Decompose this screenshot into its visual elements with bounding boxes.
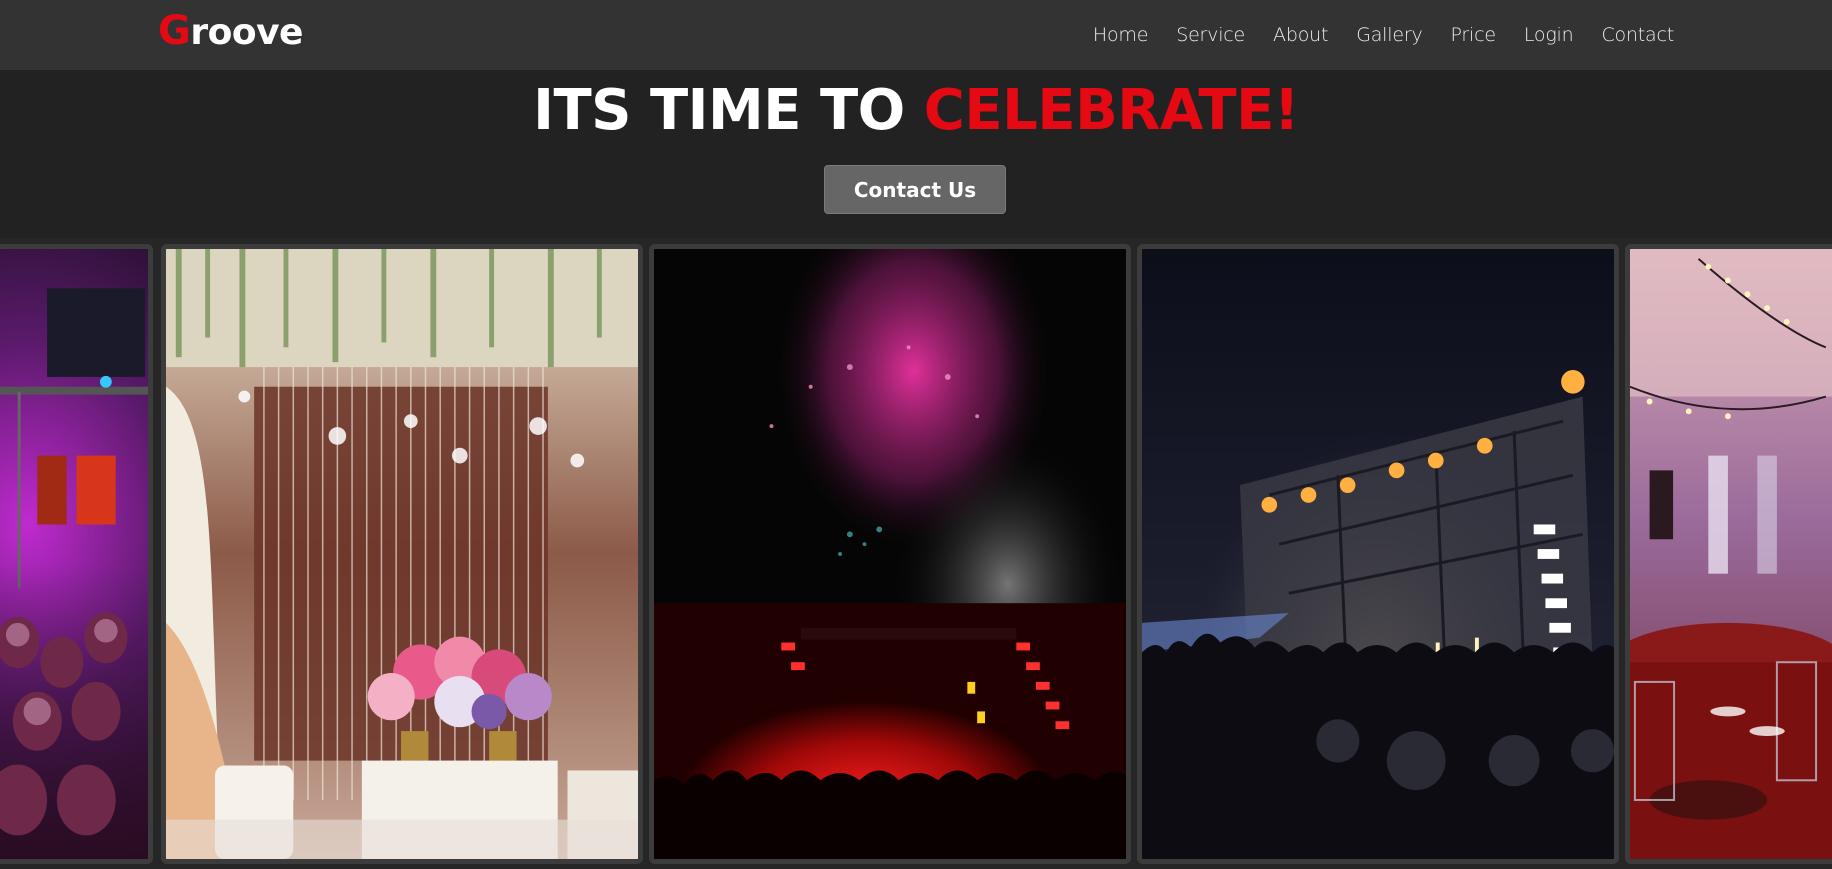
gallery-image-concert-pyrotechnics[interactable]	[1137, 244, 1619, 864]
gallery-image-concert-crowd[interactable]	[0, 244, 153, 864]
nav-link-service[interactable]: Service	[1176, 24, 1245, 46]
nav-link-price[interactable]: Price	[1451, 24, 1497, 46]
logo-initial: G	[158, 8, 191, 54]
nav-links: Home Service About Gallery Price Login C…	[1065, 0, 1674, 70]
nav-link-about[interactable]: About	[1273, 24, 1328, 46]
gallery-image-banquet-hall[interactable]	[1625, 244, 1832, 864]
nav-link-login[interactable]: Login	[1524, 24, 1574, 46]
nav-link-contact[interactable]: Contact	[1601, 24, 1674, 46]
navbar: Groove Home Service About Gallery Price …	[0, 0, 1832, 70]
gallery-image-wedding-stage[interactable]	[161, 244, 643, 864]
gallery-strip	[0, 238, 1832, 869]
hero-title: ITS TIME TO CELEBRATE!	[0, 78, 1832, 143]
hero-title-accent: CELEBRATE!	[923, 78, 1300, 143]
hero-title-main: ITS TIME TO	[533, 78, 905, 143]
gallery-image-fireworks-stage[interactable]	[649, 244, 1131, 864]
logo[interactable]: Groove	[158, 8, 303, 54]
nav-link-gallery[interactable]: Gallery	[1356, 24, 1422, 46]
contact-us-button[interactable]: Contact Us	[824, 165, 1006, 214]
nav-link-home[interactable]: Home	[1093, 24, 1149, 46]
logo-text: roove	[190, 12, 303, 53]
